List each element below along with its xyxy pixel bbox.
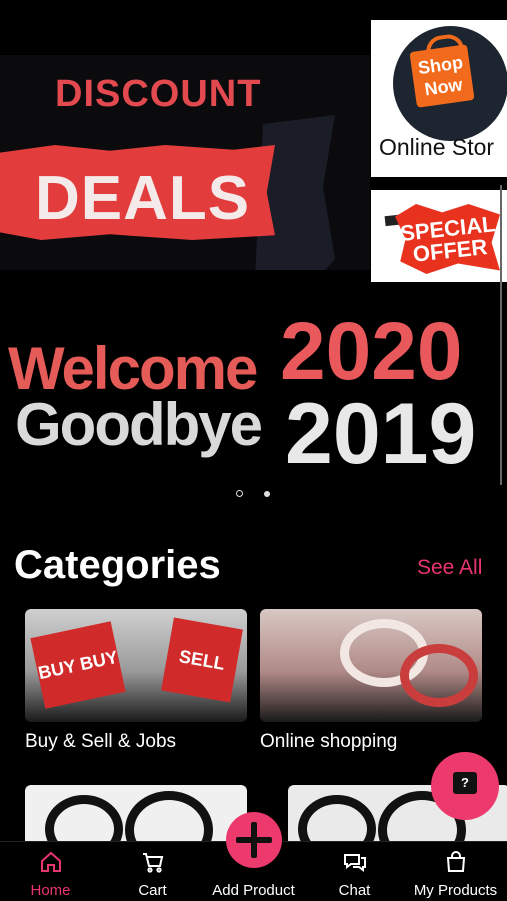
es-logo-swirl (45, 795, 123, 845)
see-all-link[interactable]: See All (417, 556, 482, 580)
shop-now-label: Shop Now (416, 52, 465, 100)
nav-label-cart: Cart (138, 882, 167, 899)
help-chat-icon: ? (453, 772, 477, 794)
nav-item-cart[interactable]: Cart (102, 842, 203, 901)
categories-title: Categories (14, 543, 221, 587)
nav-item-home[interactable]: Home (0, 842, 101, 901)
nav-label-my-products: My Products (413, 882, 498, 899)
buy-cube-graphic: BUY BUY (30, 621, 126, 709)
nav-item-my-products[interactable]: My Products (405, 842, 506, 901)
banner-discount-deals[interactable]: DISCOUNT DEALS (0, 55, 370, 270)
banner-deals-text: DEALS (35, 164, 251, 233)
es-logo-swirl-2 (125, 791, 213, 845)
torn-paper-graphic (255, 115, 335, 270)
banner-discount-text: DISCOUNT (55, 73, 262, 115)
category-label-buy-sell-jobs: Buy & Sell & Jobs (25, 731, 177, 752)
category-card-online-shopping[interactable] (260, 609, 482, 722)
carousel-dot-1[interactable] (236, 490, 243, 497)
online-store-label: Online Stor (379, 134, 495, 160)
shopping-bag-icon (446, 851, 465, 872)
special-offer-label: SPECIAL OFFER (399, 211, 497, 267)
nav-label-home: Home (30, 882, 71, 899)
carousel-dot-2[interactable] (264, 491, 270, 497)
category-card-3[interactable] (25, 785, 247, 845)
plus-icon-vertical (251, 822, 257, 858)
nav-item-chat[interactable]: Chat (304, 842, 405, 901)
chat-icon (343, 854, 366, 872)
nav-label-chat: Chat (338, 882, 371, 899)
goodbye-year: 2019 (285, 386, 477, 482)
goodbye-word: Goodbye (15, 391, 263, 458)
banner-online-store[interactable]: Shop Now Online Stor (371, 20, 507, 177)
category-card-buy-sell-jobs[interactable]: BUY BUY SELL SELL (25, 609, 247, 722)
abstract-swirl-graphic-2 (400, 644, 478, 707)
category-label-online-shopping: Online shopping (260, 731, 398, 752)
es-logo-swirl-3 (298, 795, 376, 845)
add-product-button[interactable] (226, 812, 282, 868)
cart-icon (142, 853, 163, 873)
nav-label-add-product: Add Product (212, 882, 295, 899)
banner-special-offer[interactable]: SPECIAL OFFER (371, 190, 507, 282)
sell-cube-graphic: SELL SELL (161, 617, 243, 722)
home-icon (40, 851, 61, 872)
help-chat-button[interactable]: ? (431, 752, 499, 820)
carousel-edge-divider (500, 185, 502, 485)
